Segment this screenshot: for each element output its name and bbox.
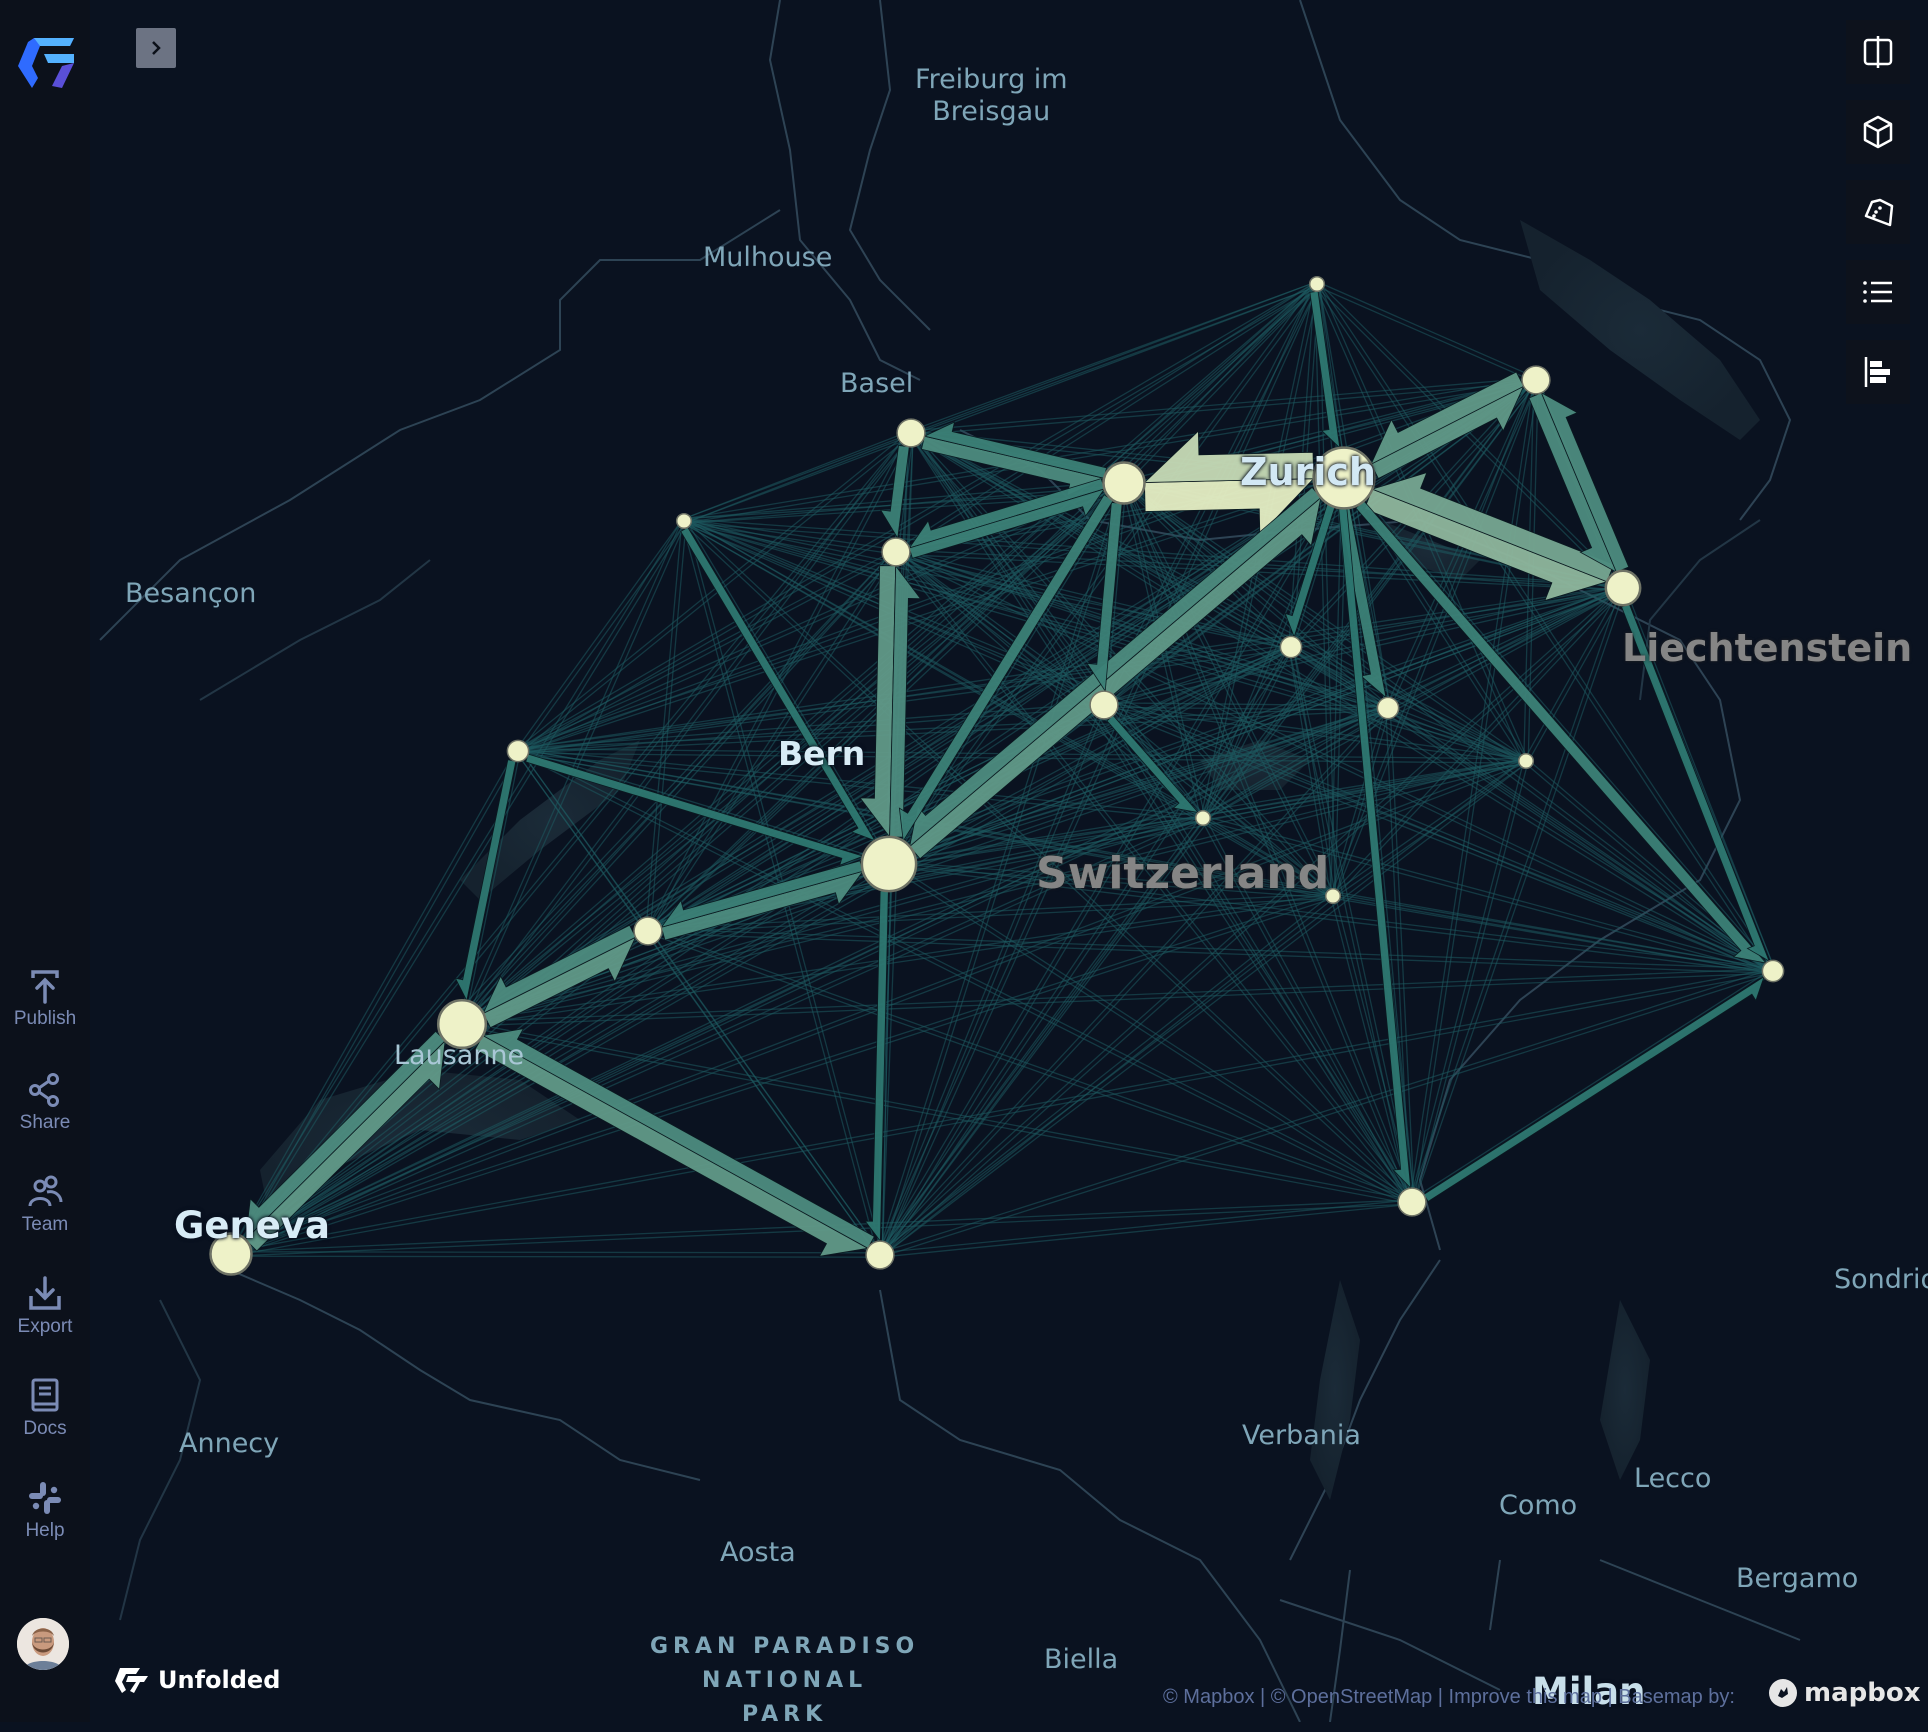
draw-polygon-button[interactable]	[1846, 180, 1910, 244]
chevron-right-icon	[152, 41, 161, 55]
map-label-bergamo: Bergamo	[1736, 1563, 1859, 1594]
flow-node-n1[interactable]	[1308, 275, 1326, 293]
map-label-basel: Basel	[840, 368, 914, 399]
mapbox-wordmark: mapbox	[1804, 1678, 1921, 1708]
split-map-button[interactable]	[1846, 20, 1910, 84]
flow-node-bern[interactable]	[860, 835, 918, 893]
sidebar-item-team[interactable]: Team	[0, 1172, 90, 1236]
flow-node-n13[interactable]	[506, 739, 530, 763]
sidebar-item-export[interactable]: Export	[0, 1274, 90, 1338]
flow-node-n2[interactable]	[1521, 365, 1551, 395]
sidebar-item-label: Share	[19, 1112, 71, 1133]
sidebar-item-label: Help	[25, 1520, 65, 1541]
map-label-biella: Biella	[1044, 1644, 1119, 1675]
map-label-lecco: Lecco	[1634, 1463, 1712, 1494]
flow-node-n22[interactable]	[865, 1240, 895, 1270]
user-avatar[interactable]	[17, 1618, 69, 1670]
map-label-switzerland: Switzerland	[1036, 848, 1330, 899]
flow-node-n18[interactable]	[1761, 959, 1785, 983]
sidebar-item-label: Docs	[23, 1418, 67, 1439]
map-label-verbania: Verbania	[1242, 1420, 1361, 1451]
left-sidebar: Publish Share Team Export Docs Help	[0, 0, 90, 1722]
label-line: Freiburg im	[915, 64, 1068, 95]
map-label-besancon: Besançon	[125, 578, 257, 609]
3d-view-button[interactable]	[1846, 100, 1910, 164]
map-label-mulhouse: Mulhouse	[703, 242, 833, 273]
brand-name: Unfolded	[158, 1666, 281, 1694]
sidebar-item-help[interactable]: Help	[0, 1478, 90, 1542]
map-label-sondrio: Sondrio	[1834, 1264, 1928, 1295]
polygon-icon	[1864, 198, 1894, 227]
map-label-freiburg: Freiburg im Breisgau	[915, 64, 1068, 128]
unfolded-logo[interactable]	[14, 36, 78, 92]
team-icon	[28, 1175, 63, 1207]
download-icon	[29, 1276, 61, 1310]
unfolded-logo-icon	[115, 1668, 148, 1693]
flow-node-n9[interactable]	[1279, 635, 1303, 659]
map-label-geneva: Geneva	[174, 1204, 330, 1247]
map-label-lausanne: Lausanne	[394, 1040, 525, 1071]
align-left-bars-icon	[1864, 357, 1890, 387]
sidebar-item-label: Export	[17, 1316, 73, 1337]
share-icon	[29, 1073, 59, 1107]
label-line: PARK	[742, 1702, 828, 1727]
mapbox-logo[interactable]: mapbox	[1768, 1678, 1921, 1708]
flow-node-n20[interactable]	[1397, 1187, 1427, 1217]
map-label-bern: Bern	[778, 734, 866, 773]
map-layers-button[interactable]	[1846, 340, 1910, 404]
flow-node-n17[interactable]	[633, 916, 663, 946]
flow-node-n10[interactable]	[1089, 690, 1119, 720]
unfolded-brand[interactable]: Unfolded	[114, 1666, 280, 1694]
sidebar-item-publish[interactable]: Publish	[0, 966, 90, 1030]
sidebar-item-label: Team	[21, 1214, 69, 1235]
book-icon	[31, 1378, 59, 1412]
expand-panel-button[interactable]	[136, 28, 176, 68]
sidebar-item-docs[interactable]: Docs	[0, 1376, 90, 1440]
flow-node-n6[interactable]	[675, 512, 693, 530]
label-line: NATIONAL	[702, 1668, 868, 1693]
flow-node-n8[interactable]	[1604, 569, 1642, 607]
slack-icon	[29, 1482, 61, 1514]
layer-legend-button[interactable]	[1846, 260, 1910, 324]
upload-icon	[31, 970, 59, 1004]
flow-node-n14[interactable]	[1194, 809, 1212, 827]
map-label-como: Como	[1499, 1490, 1578, 1521]
flow-node-n11[interactable]	[1376, 696, 1400, 720]
sidebar-item-label: Publish	[13, 1008, 77, 1029]
map-label-zurich: Zurich	[1240, 450, 1376, 494]
flow-node-basel[interactable]	[896, 418, 926, 448]
list-icon	[1863, 281, 1892, 303]
label-line: GRAN PARADISO	[650, 1634, 920, 1659]
label-line: Breisgau	[932, 96, 1051, 127]
map-label-liechtenstein: Liechtenstein	[1622, 626, 1913, 670]
flow-node-n7[interactable]	[881, 537, 911, 567]
map-label-annecy: Annecy	[179, 1428, 280, 1459]
map-attribution[interactable]: © Mapbox | © OpenStreetMap | Improve thi…	[1163, 1686, 1735, 1709]
split-map-icon	[1863, 36, 1893, 68]
flow-node-n4[interactable]	[1102, 461, 1146, 505]
mapbox-icon	[1769, 1679, 1797, 1707]
sidebar-item-share[interactable]: Share	[0, 1070, 90, 1134]
flow-node-n12[interactable]	[1517, 752, 1535, 770]
cube-icon	[1863, 115, 1893, 149]
map-label-aosta: Aosta	[720, 1537, 796, 1568]
map-label-gran-paradiso: GRAN PARADISO NATIONAL PARK	[650, 1630, 919, 1732]
